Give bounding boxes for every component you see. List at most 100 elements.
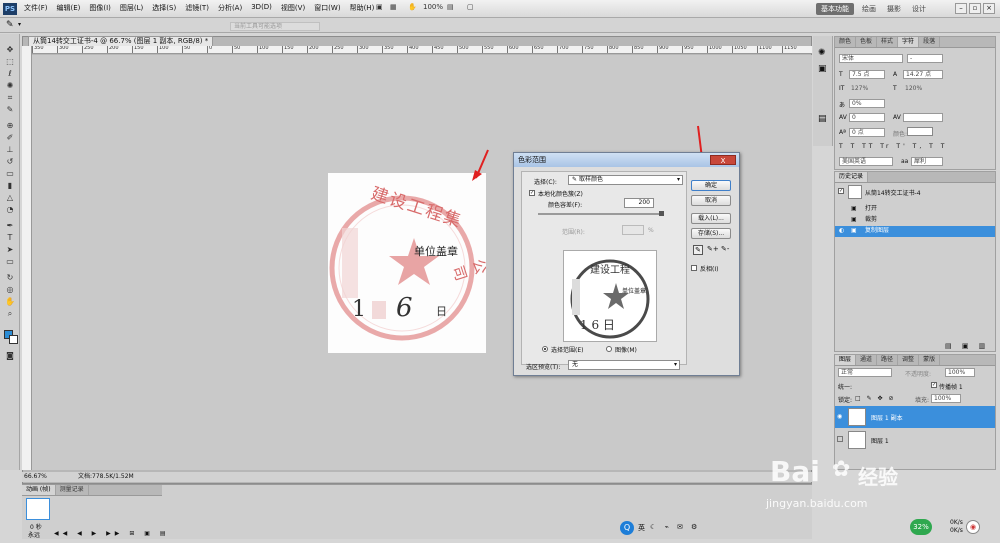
zoom-status[interactable]: 66.67% xyxy=(24,472,47,482)
pen-tool-icon[interactable]: ✒ xyxy=(5,222,15,230)
snapshot-thumbnail[interactable] xyxy=(848,185,862,199)
gradient-tool-icon[interactable]: ▮ xyxy=(5,182,15,190)
eyedropper-sample-icon[interactable]: ✎ xyxy=(693,245,703,255)
tab-masks[interactable]: 蒙版 xyxy=(919,355,941,365)
3d-orbit-icon[interactable]: ◎ xyxy=(5,286,15,294)
leading-input[interactable]: 14.27 点 xyxy=(903,70,943,79)
fill-input[interactable]: 100% xyxy=(931,394,961,403)
workspace-essentials[interactable]: 基本功能 xyxy=(816,3,854,15)
fuzziness-slider-track[interactable] xyxy=(538,213,664,215)
font-size-input[interactable]: 7.5 点 xyxy=(849,70,885,79)
kerning-input[interactable]: 0 xyxy=(849,113,885,122)
hand-tool-icon[interactable]: ✋ xyxy=(408,3,417,15)
menu-filter[interactable]: 滤镜(T) xyxy=(185,3,209,13)
close-icon[interactable]: × xyxy=(983,3,995,14)
bridge-icon[interactable]: ▣ xyxy=(376,3,383,15)
language-select[interactable]: 美国英语 xyxy=(839,157,893,166)
antialias-select[interactable]: 犀利 xyxy=(911,157,943,166)
tab-measurement-log[interactable]: 测量记录 xyxy=(56,485,89,495)
stamp-image[interactable]: 建设工程集 公司 单位盖章 1 6 日 xyxy=(328,173,486,353)
history-item[interactable]: ▣ 裁剪 xyxy=(835,215,995,226)
color-panel-icon[interactable]: ✺ xyxy=(818,48,826,58)
menu-3d[interactable]: 3D(D) xyxy=(251,3,272,13)
menu-window[interactable]: 窗口(W) xyxy=(314,3,340,13)
preview-mode-select[interactable]: 无 ▾ xyxy=(568,360,680,370)
clone-stamp-icon[interactable]: ⊥ xyxy=(5,146,15,154)
animation-frame[interactable] xyxy=(26,498,50,520)
cancel-button[interactable]: 取消 xyxy=(691,195,731,206)
tab-paragraph[interactable]: 段落 xyxy=(919,37,941,47)
swatches-panel-icon[interactable]: ▣ xyxy=(818,64,827,74)
tab-channels[interactable]: 通道 xyxy=(856,355,878,365)
fuzziness-input[interactable]: 200 xyxy=(624,198,654,208)
tab-character[interactable]: 字符 xyxy=(898,37,920,47)
zoom-tool-icon[interactable]: ⌕ xyxy=(5,310,15,318)
eyedropper-subtract-icon[interactable]: ✎- xyxy=(721,245,729,253)
tool-preset-arrow-icon[interactable]: ▾ xyxy=(18,21,21,28)
fuzziness-slider-handle[interactable] xyxy=(659,211,664,216)
lasso-tool-icon[interactable]: ℓ xyxy=(5,70,15,78)
battery-indicator[interactable]: 32% xyxy=(910,519,932,535)
menu-layer[interactable]: 图层(L) xyxy=(120,3,143,13)
restore-icon[interactable]: ▫ xyxy=(969,3,981,14)
options-hint-field[interactable]: 当前工具可能选项 xyxy=(230,22,320,31)
snapshot-name[interactable]: 从筒14转交工证书-4 xyxy=(865,188,921,197)
tab-color[interactable]: 颜色 xyxy=(835,37,857,47)
font-style-select[interactable]: - xyxy=(907,54,943,63)
history-panel-icon[interactable]: ▤ xyxy=(818,114,827,124)
workspace-design[interactable]: 设计 xyxy=(912,4,926,14)
ok-button[interactable]: 确定 xyxy=(691,180,731,191)
workspace-photography[interactable]: 摄影 xyxy=(887,4,901,14)
ime-indicator[interactable]: 英 xyxy=(638,523,645,533)
dialog-close-button[interactable]: X xyxy=(710,155,736,165)
loop-option[interactable]: 永远 xyxy=(28,530,40,539)
baseline-input[interactable]: 0 点 xyxy=(849,128,885,137)
menu-image[interactable]: 图像(I) xyxy=(89,3,111,13)
invert-checkbox[interactable] xyxy=(691,265,697,271)
marquee-tool-icon[interactable]: ⬚ xyxy=(5,58,15,66)
path-select-icon[interactable]: ➤ xyxy=(5,246,15,254)
menu-analysis[interactable]: 分析(A) xyxy=(218,3,242,13)
load-button[interactable]: 载入(L)... xyxy=(691,213,731,224)
tab-animation[interactable]: 动画 (帧) xyxy=(22,485,56,495)
brush-tool-icon[interactable]: ✐ xyxy=(5,134,15,142)
tab-history[interactable]: 历史记录 xyxy=(835,172,869,182)
minimize-icon[interactable]: – xyxy=(955,3,967,14)
layer-row-selected[interactable]: ◉ 图层 1 副本 xyxy=(835,406,995,428)
history-item[interactable]: ▣ 打开 xyxy=(835,204,995,215)
opacity-input[interactable]: 100% xyxy=(945,368,975,377)
healing-brush-icon[interactable]: ⊕ xyxy=(5,122,15,130)
background-color-swatch[interactable] xyxy=(9,335,18,344)
menu-file[interactable]: 文件(F) xyxy=(24,3,48,13)
playback-controls[interactable]: ◀◀ ◀ ▶ ▶▶ ⊞ ▣ ▤ xyxy=(54,530,170,537)
lock-icons[interactable]: □ ✎ ✥ ⊘ xyxy=(855,395,895,402)
localized-checkbox[interactable]: ✓ xyxy=(529,190,535,196)
radio-selection[interactable] xyxy=(542,346,548,352)
tab-swatches[interactable]: 色板 xyxy=(856,37,878,47)
eyedropper-icon[interactable]: ✎ xyxy=(5,106,15,114)
history-panel-buttons[interactable]: ▤ ▣ ▥ xyxy=(945,342,989,350)
3d-rotate-icon[interactable]: ↻ xyxy=(5,274,15,282)
type-tool-icon[interactable]: T xyxy=(5,234,15,242)
visibility-eye-icon[interactable]: ◉ xyxy=(837,413,842,420)
tab-paths[interactable]: 路径 xyxy=(877,355,899,365)
app-tray-icon[interactable]: ◉ xyxy=(966,520,980,534)
layer-row[interactable]: 图层 1 xyxy=(835,429,995,451)
quick-mask-icon[interactable]: ◙ xyxy=(5,352,15,360)
menu-edit[interactable]: 编辑(E) xyxy=(57,3,81,13)
mini-bridge-icon[interactable]: ▦ xyxy=(390,3,397,15)
text-style-buttons[interactable]: T T TT Tr T' T, T T xyxy=(839,143,947,150)
menu-help[interactable]: 帮助(H) xyxy=(350,3,375,13)
tab-layers[interactable]: 图层 xyxy=(835,355,857,365)
visibility-toggle[interactable] xyxy=(837,436,843,442)
save-button[interactable]: 存储(S)... xyxy=(691,228,731,239)
radio-image[interactable] xyxy=(606,346,612,352)
search-icon[interactable]: Q xyxy=(620,521,634,535)
eyedropper-tool-icon[interactable]: ✎ xyxy=(6,20,14,30)
crop-tool-icon[interactable]: ⌗ xyxy=(5,94,15,102)
document-tab[interactable]: 从筒14转交工证书-4 @ 66.7% (图层 1 副本, RGB/8) * xyxy=(28,36,214,46)
range-input[interactable] xyxy=(622,225,644,235)
select-dropdown[interactable]: ✎ 取样颜色 ▾ xyxy=(568,175,683,185)
arrange-docs-icon[interactable]: ▤ xyxy=(447,3,454,15)
dodge-tool-icon[interactable]: ◔ xyxy=(5,206,15,214)
